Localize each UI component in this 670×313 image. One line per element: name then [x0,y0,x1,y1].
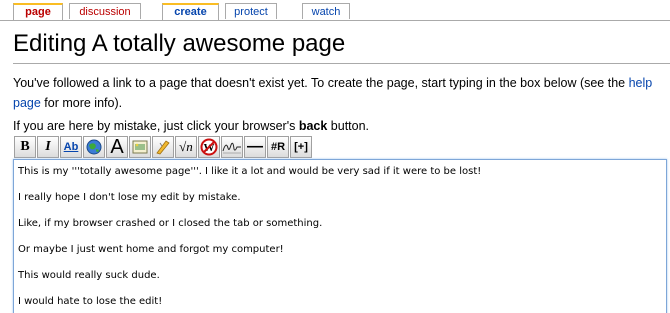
bold-button[interactable]: B [14,136,36,158]
link-label: Ab [63,141,79,153]
image-icon [132,140,148,154]
tab-page[interactable]: page [13,3,63,20]
hr-label: — [247,138,263,155]
nowiki-icon: W [200,138,218,156]
media-icon [154,138,172,156]
redirect-button[interactable]: #R [267,136,289,158]
globe-icon [85,138,103,156]
horizontal-line-button[interactable]: — [244,136,266,158]
page-tabs: page discussion create protect watch [0,0,670,21]
redirect-label: #R [270,141,286,153]
editor-line: This is my '''totally awesome page'''. I… [18,166,482,177]
reference-button[interactable]: [+] [290,136,312,158]
tab-discussion[interactable]: discussion [69,3,141,19]
reference-label: [+] [294,141,308,153]
editor-line: I really hope I don't lose my edit by mi… [18,192,241,203]
editor-line: I would hate to lose the edit! [18,296,163,307]
media-file-button[interactable] [152,136,174,158]
signature-icon [222,139,242,155]
edit-toolbar: B I Ab A √n — #R [+] [14,136,312,158]
intro-text: You've followed a link to a page that do… [13,73,670,113]
math-formula-button[interactable]: √n [175,136,197,158]
mistake-text: If you are here by mistake, just click y… [13,118,369,134]
external-link-button[interactable] [83,136,105,158]
headline-button[interactable]: A [106,136,128,158]
math-label: √n [179,139,193,154]
bold-label: B [20,139,30,154]
tab-protect[interactable]: protect [225,3,277,19]
embedded-image-button[interactable] [129,136,151,158]
intro-text-before: You've followed a link to a page that do… [13,76,629,90]
headline-label: A [110,136,124,158]
signature-button[interactable] [221,136,243,158]
page-root: page discussion create protect watch Edi… [0,0,670,313]
mistake-bold-back: back [298,119,328,133]
title-divider [13,63,670,64]
editor-line: Or maybe I just went home and forgot my … [18,244,284,255]
page-title: Editing A totally awesome page [13,30,346,57]
editor-line: This would really suck dude. [18,270,160,281]
italic-label: I [45,139,51,154]
internal-link-button[interactable]: Ab [60,136,82,158]
mistake-text-after: button. [327,119,370,133]
intro-text-after: for more info). [40,96,123,110]
italic-button[interactable]: I [37,136,59,158]
tab-create[interactable]: create [162,3,219,20]
mistake-text-before: If you are here by mistake, just click y… [13,119,299,133]
editor-line: Like, if my browser crashed or I closed … [18,218,323,229]
nowiki-button[interactable]: W [198,136,220,158]
edit-textarea[interactable]: This is my '''totally awesome page'''. I… [13,159,667,313]
tab-watch[interactable]: watch [302,3,350,19]
